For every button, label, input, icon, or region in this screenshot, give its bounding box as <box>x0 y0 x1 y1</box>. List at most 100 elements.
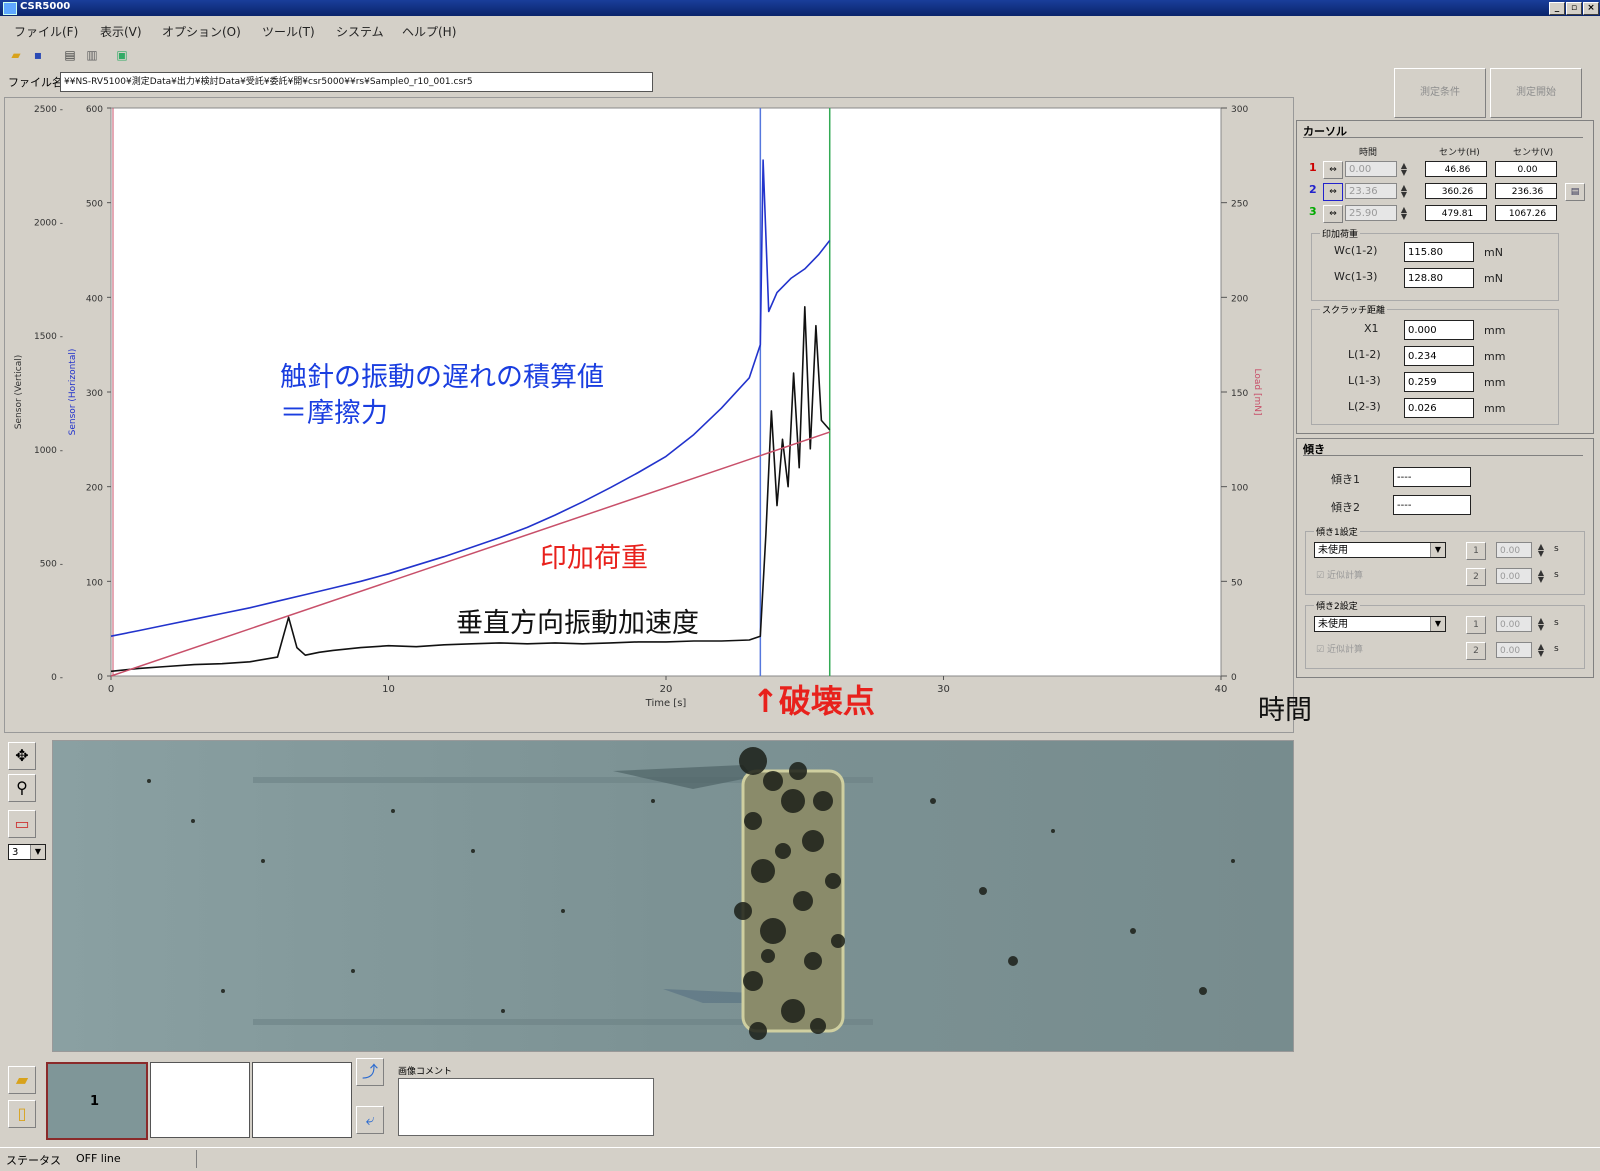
print-icon[interactable]: ▤ <box>62 48 78 62</box>
refresh-icon[interactable]: ⤶ <box>356 1106 384 1134</box>
friction-annotation-line2: ＝摩擦力 <box>280 398 388 429</box>
x-axis-label: Time [s] <box>645 698 687 709</box>
measure-conditions-button[interactable]: 測定条件 <box>1394 68 1486 118</box>
debris-particle <box>561 909 565 913</box>
slope1-check-label: 近似計算 <box>1326 571 1363 581</box>
l12-field: 0.234 <box>1404 346 1474 366</box>
maximize-button[interactable]: ▫ <box>1566 2 1582 15</box>
slope2-btn1[interactable]: 1 <box>1466 616 1486 634</box>
menu-system[interactable]: システム <box>336 23 384 40</box>
y-right-tick-label: 100 <box>1231 484 1248 494</box>
slope1-settings-group: 傾き1設定 未使用 ▼ ☑ 近似計算 1 0.00 ▲ ▼ s 2 0.00 ▲ ▼ … <box>1305 525 1585 595</box>
cursor-1-id: 1 <box>1309 161 1317 174</box>
break-point-annotation: ↑破壊点 <box>752 676 875 722</box>
debris-particle <box>221 989 225 993</box>
slope1-check[interactable]: ☑ 近似計算 <box>1316 568 1363 581</box>
l23-label: L(2-3) <box>1348 400 1381 413</box>
cursor-1-move-icon[interactable]: ⇔ <box>1323 161 1343 179</box>
menu-tools[interactable]: ツール(T) <box>262 23 315 40</box>
col-sensor-h: センサ(H) <box>1439 148 1480 158</box>
friction-annotation: 触針の振動の遅れの積算値 ＝摩擦力 <box>280 360 604 432</box>
debris-particle <box>1199 987 1207 995</box>
debris-particle <box>391 809 395 813</box>
comment-label: 画像コメント <box>398 1067 453 1077</box>
slope1-select[interactable]: 未使用 ▼ <box>1314 542 1446 558</box>
cursor-3-move-icon[interactable]: ⇔ <box>1323 205 1343 223</box>
comment-field[interactable] <box>398 1078 654 1136</box>
chevron-down-icon: ▼ <box>1430 617 1445 631</box>
y-inner-tick-label: 600 <box>86 105 103 115</box>
preview-icon[interactable]: ▥ <box>84 48 100 62</box>
ruler-icon[interactable]: ▭ <box>8 810 36 838</box>
l13-unit: mm <box>1484 376 1506 389</box>
y-right-tick-label: 50 <box>1231 578 1243 588</box>
l12-unit: mm <box>1484 350 1506 363</box>
debris-particle <box>831 934 845 948</box>
close-button[interactable]: × <box>1583 2 1599 15</box>
x1-unit: mm <box>1484 324 1506 337</box>
load-group-label: 印加荷重 <box>1320 227 1361 240</box>
thumbnail-2[interactable] <box>150 1062 250 1138</box>
menu-file[interactable]: ファイル(F) <box>14 23 78 40</box>
minimize-button[interactable]: _ <box>1549 2 1565 15</box>
cursor-2-spin[interactable]: ▲ ▼ <box>1397 184 1411 199</box>
zoom-icon[interactable]: ⚲ <box>8 774 36 802</box>
slope2-v1-spin[interactable]: ▲ ▼ <box>1534 617 1548 632</box>
wc12-unit: mN <box>1484 246 1503 259</box>
y-right-axis-label: Load [mN] <box>1252 369 1262 416</box>
cursor-3-time[interactable]: 25.90 <box>1345 205 1397 221</box>
cursor-2-h: 360.26 <box>1425 183 1487 199</box>
rotate-up-icon[interactable]: ⤴ <box>356 1058 384 1086</box>
y-outer-tick-label: 2500 - <box>34 105 63 115</box>
x-tick-label: 40 <box>1215 684 1228 695</box>
microscope-image[interactable] <box>52 740 1294 1052</box>
slope2-select[interactable]: 未使用 ▼ <box>1314 616 1446 632</box>
slope2-v1[interactable]: 0.00 <box>1496 616 1532 632</box>
file-name-label: ファイル名 <box>8 76 63 89</box>
move-icon[interactable]: ✥ <box>8 742 36 770</box>
debris-particle <box>744 812 762 830</box>
slope1-v2[interactable]: 0.00 <box>1496 568 1532 584</box>
cursor-1-spin[interactable]: ▲ ▼ <box>1397 162 1411 177</box>
zoom-select[interactable]: 3 ▼ <box>8 844 46 860</box>
open-icon[interactable]: ▰ <box>8 48 24 62</box>
load-group: 印加荷重 Wc(1-2) 115.80 mN Wc(1-3) 128.80 mN <box>1311 227 1559 301</box>
slope1-v1-spin[interactable]: ▲ ▼ <box>1534 543 1548 558</box>
slope1-btn2[interactable]: 2 <box>1466 568 1486 586</box>
toolbar: ▰ ▪ ▤ ▥ ▣ <box>0 44 1600 68</box>
cursor-2-time[interactable]: 23.36 <box>1345 183 1397 199</box>
thumbnail-1[interactable]: 1 <box>46 1062 148 1140</box>
copy-icon[interactable]: ▤ <box>1565 183 1585 201</box>
new-image-icon[interactable]: ▯ <box>8 1100 36 1128</box>
cursor-3-spin[interactable]: ▲ ▼ <box>1397 206 1411 221</box>
slope1-btn1[interactable]: 1 <box>1466 542 1486 560</box>
folder-icon[interactable]: ▰ <box>8 1066 36 1094</box>
col-sensor-v: センサ(V) <box>1513 148 1554 158</box>
l13-label: L(1-3) <box>1348 374 1381 387</box>
y-inner-tick-label: 500 <box>86 200 103 210</box>
cursor-2-move-icon[interactable]: ⇔ <box>1323 183 1343 201</box>
start-measure-button[interactable]: 測定開始 <box>1490 68 1582 118</box>
y-right-tick-label: 250 <box>1231 200 1248 210</box>
slope1-v2-spin[interactable]: ▲ ▼ <box>1534 569 1548 584</box>
capture-icon[interactable]: ▣ <box>114 48 130 62</box>
menu-view[interactable]: 表示(V) <box>100 23 142 40</box>
thumbnail-3[interactable] <box>252 1062 352 1138</box>
microscope-svg <box>53 741 1293 1051</box>
slope1-v1[interactable]: 0.00 <box>1496 542 1532 558</box>
cursor-1-time[interactable]: 0.00 <box>1345 161 1397 177</box>
save-icon[interactable]: ▪ <box>30 48 46 62</box>
slope2-check[interactable]: ☑ 近似計算 <box>1316 642 1363 655</box>
slope2-btn2[interactable]: 2 <box>1466 642 1486 660</box>
friction-annotation-line1: 触針の振動の遅れの積算値 <box>280 362 604 393</box>
status-label: ステータス <box>6 1154 61 1167</box>
slope2-v2[interactable]: 0.00 <box>1496 642 1532 658</box>
menu-options[interactable]: オプション(O) <box>162 23 241 40</box>
debris-particle <box>761 949 775 963</box>
debris-particle <box>825 873 841 889</box>
image-background <box>53 741 1293 1051</box>
slope2-v2-spin[interactable]: ▲ ▼ <box>1534 643 1548 658</box>
menu-help[interactable]: ヘルプ(H) <box>402 23 456 40</box>
debris-particle <box>775 843 791 859</box>
file-path-field[interactable]: ¥¥NS-RV5100¥測定Data¥出力¥検討Data¥受託¥委託¥開¥csr… <box>60 72 653 92</box>
